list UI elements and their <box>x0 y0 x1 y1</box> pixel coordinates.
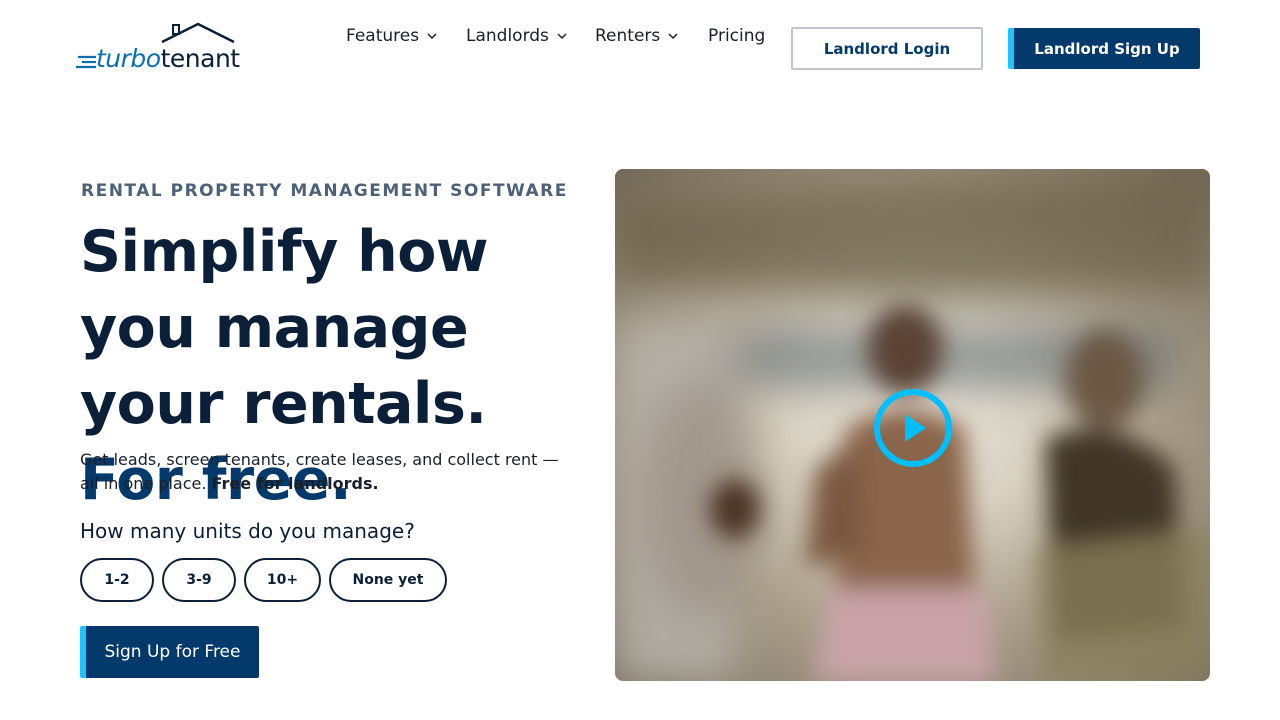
hero-subtext: Get leads, screen tenants, create leases… <box>80 448 570 496</box>
units-option-none-yet[interactable]: None yet <box>329 558 447 602</box>
logo-part-tenant: tenant <box>160 44 241 73</box>
units-option-1-2[interactable]: 1-2 <box>80 558 154 602</box>
speed-lines-icon <box>76 55 96 69</box>
nav-item-features[interactable]: Features <box>346 26 437 46</box>
landlord-signup-button[interactable]: Landlord Sign Up <box>1008 28 1200 69</box>
nav-item-pricing[interactable]: Pricing <box>708 26 765 46</box>
nav-item-renters[interactable]: Renters <box>595 26 678 46</box>
site-header: turbotenant Features Landlords Renters P… <box>0 0 1280 96</box>
chevron-down-icon <box>557 33 567 40</box>
subtext-bold: Free for landlords. <box>211 474 379 493</box>
sign-up-free-button[interactable]: Sign Up for Free <box>80 626 259 678</box>
units-option-10-plus[interactable]: 10+ <box>244 558 321 602</box>
units-option-3-9[interactable]: 3-9 <box>162 558 236 602</box>
hero-eyebrow: RENTAL PROPERTY MANAGEMENT SOFTWARE <box>81 181 568 201</box>
logo-part-turbo: turbo <box>96 44 161 73</box>
chevron-down-icon <box>668 33 678 40</box>
logo-wordmark: turbotenant <box>96 44 240 73</box>
nav-item-label: Features <box>346 26 420 46</box>
nav-item-label: Landlords <box>466 26 549 46</box>
chevron-down-icon <box>427 33 437 40</box>
nav-item-landlords[interactable]: Landlords <box>466 26 567 46</box>
landlord-login-button[interactable]: Landlord Login <box>791 27 983 70</box>
nav-item-label: Pricing <box>708 26 766 46</box>
units-question: How many units do you manage? <box>80 519 415 543</box>
nav-item-label: Renters <box>595 26 661 46</box>
turbotenant-logo[interactable]: turbotenant <box>76 20 240 73</box>
headline-main: Simplify how you manage your rentals. <box>80 219 489 437</box>
play-icon[interactable] <box>872 387 954 469</box>
